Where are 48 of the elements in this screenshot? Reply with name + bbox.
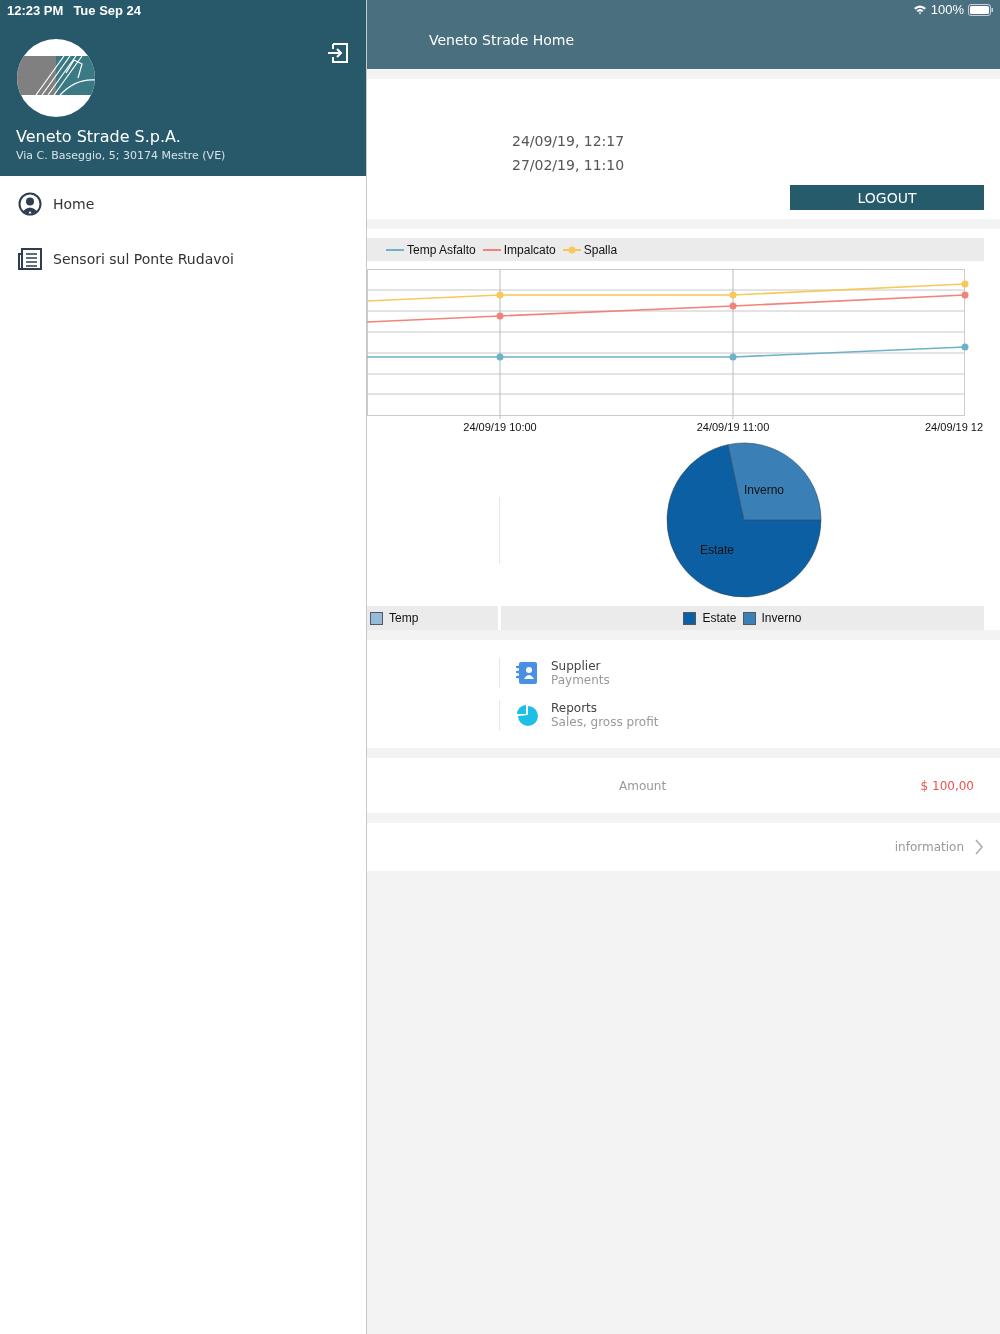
menu-item[interactable]: Reports Sales, gross profit bbox=[499, 700, 1000, 730]
data-point bbox=[729, 291, 737, 299]
data-point bbox=[961, 343, 969, 351]
slice-label: Estate bbox=[700, 543, 734, 557]
data-point bbox=[729, 302, 737, 310]
menu-title: Reports bbox=[551, 701, 599, 715]
data-point bbox=[961, 291, 969, 299]
data-point bbox=[496, 312, 504, 320]
axis-label: 24/09/19 10:00 bbox=[463, 421, 537, 433]
data-point bbox=[496, 291, 504, 299]
user-icon bbox=[18, 191, 42, 216]
amount-value: $ 100,00 bbox=[920, 778, 974, 793]
sidebar-item[interactable]: Sensori sul Ponte Rudavoi bbox=[0, 231, 366, 286]
slice-label: Inverno bbox=[744, 483, 784, 497]
date-text: 27/02/19, 11:10 bbox=[512, 156, 626, 175]
company-address: Via C. Baseggio, 5; 30174 Mestre (VE) bbox=[16, 149, 227, 162]
company-logo-icon bbox=[16, 38, 96, 118]
axis-label: 24/09/19 12 bbox=[925, 421, 984, 433]
axis-label: 24/09/19 11:00 bbox=[696, 421, 770, 433]
legend-label: Temp bbox=[389, 611, 419, 625]
pie-chart-icon bbox=[516, 704, 538, 726]
legend-label: Estate bbox=[702, 611, 737, 625]
sidebar-item[interactable]: Home bbox=[0, 176, 366, 231]
status-time: 12:23 PM bbox=[7, 3, 64, 18]
legend-label: Temp Asfalto bbox=[407, 242, 476, 257]
data-point bbox=[729, 353, 737, 361]
legend-label: Spalla bbox=[583, 242, 618, 257]
menu-subtitle: Payments bbox=[551, 673, 610, 687]
menu-subtitle: Sales, gross profit bbox=[551, 715, 659, 729]
date-text: 24/09/19, 12:17 bbox=[512, 132, 626, 151]
newspaper-icon bbox=[18, 247, 42, 270]
chevron-right-icon bbox=[974, 839, 984, 855]
company-name: Veneto Strade S.p.A. bbox=[16, 127, 182, 146]
logout-icon[interactable] bbox=[326, 41, 350, 65]
menu-item[interactable]: Supplier Payments bbox=[499, 658, 1000, 688]
status-date: Tue Sep 24 bbox=[73, 3, 142, 18]
battery-icon bbox=[968, 3, 994, 16]
wifi-icon bbox=[912, 4, 927, 15]
legend-label: Impalcato bbox=[503, 242, 556, 257]
logout-button[interactable]: LOGOUT bbox=[790, 185, 984, 210]
amount-label: Amount bbox=[619, 778, 667, 793]
data-point bbox=[496, 353, 504, 361]
header-title: Veneto Strade Home bbox=[429, 32, 576, 48]
legend-label: Inverno bbox=[761, 611, 802, 625]
menu-title: Supplier bbox=[551, 659, 602, 673]
battery-percent: 100% bbox=[930, 2, 964, 17]
data-point bbox=[961, 280, 969, 288]
contacts-icon bbox=[516, 661, 538, 685]
